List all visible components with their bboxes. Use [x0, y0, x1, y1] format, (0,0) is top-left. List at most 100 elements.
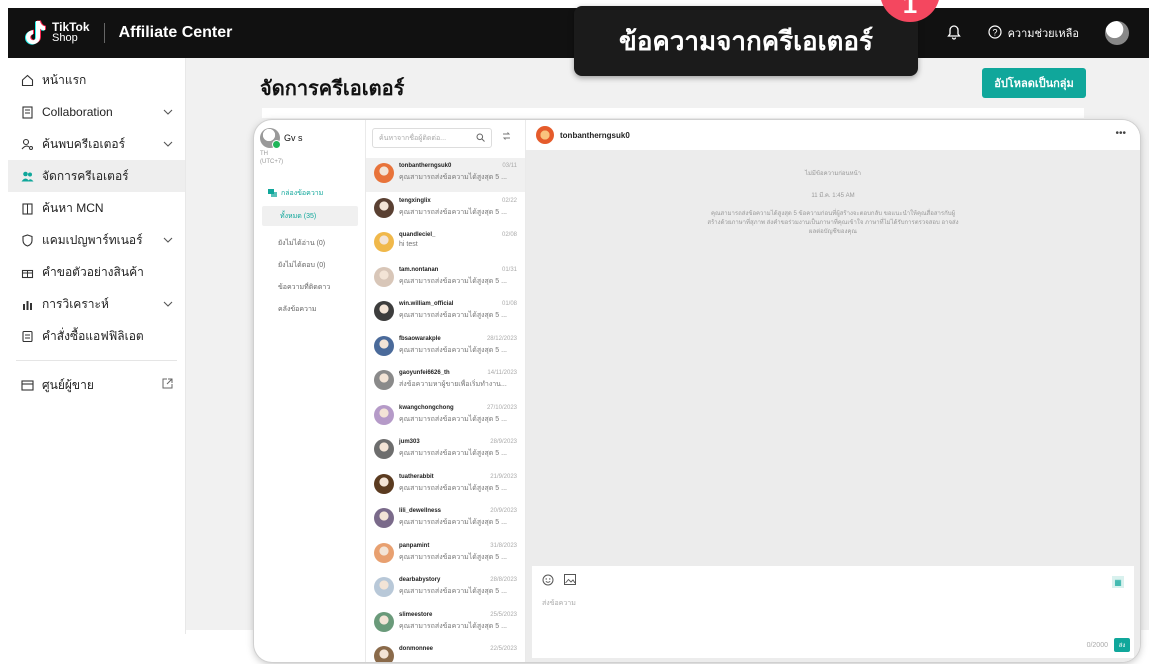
message-preview: คุณสามารถส่งข้อความได้สูงสุด 5 ... [399, 346, 507, 354]
sidebar-item-3[interactable]: จัดการครีเอเตอร์ [8, 160, 185, 192]
chevron-down-icon [163, 235, 173, 246]
conversation-item[interactable]: tonbantherngsuk0 03/11 คุณสามารถส่งข้อความ… [366, 158, 525, 192]
sidebar-item-seller-center[interactable]: ศูนย์ผู้ขาย [8, 369, 185, 401]
help-link[interactable]: ? ความช่วยเหลือ [987, 24, 1079, 42]
sidebar-item-8[interactable]: คำสั่งซื้อแอฟฟิลิเอต [8, 320, 185, 352]
sidebar-item-7[interactable]: การวิเคราะห์ [8, 288, 185, 320]
creator-messages-callout: ข้อความจากครีเอเตอร์ [574, 6, 918, 76]
tiktok-note-icon [24, 20, 46, 46]
contact-name[interactable]: tonbantherngsuk0 [560, 131, 630, 140]
message-preview: คุณสามารถส่งข้อความได้สูงสุด 5 ... [399, 553, 507, 561]
conversation-item[interactable]: lili_dewellness 20/9/2023 คุณสามารถส่งข้อค… [366, 503, 525, 537]
message-preview: คุณสามารถส่งข้อความได้สูงสุด 5 ... [399, 484, 507, 492]
message-input[interactable]: ส่งข้อความ [542, 598, 576, 609]
filter-unread[interactable]: ยังไม่ได้อ่าน (0) [278, 238, 325, 249]
inbox-heading[interactable]: กล่องข้อความ [268, 188, 323, 199]
conversation-list: ค้นหาจากชื่อผู้ติดต่อ... tonbantherngsuk… [366, 120, 526, 662]
contact-search-input[interactable]: ค้นหาจากชื่อผู้ติดต่อ... [372, 128, 492, 148]
my-meta: TH (UTC+7) [260, 150, 283, 166]
conversation-date: 20/9/2023 [490, 508, 517, 514]
chevron-down-icon [163, 139, 173, 150]
creator-name: tonbantherngsuk0 [399, 163, 452, 169]
conversation-date: 28/12/2023 [486, 335, 517, 342]
conversation-date: 02/08 [501, 232, 517, 238]
creator-name: fbsaowarakple [399, 335, 441, 342]
more-options-icon[interactable]: ••• [1115, 128, 1126, 139]
creator-name: dearbabystory [399, 577, 441, 583]
conversation-item[interactable]: quandleciel_ 02/08 hi test [366, 227, 525, 261]
conversation-item[interactable]: dearbabystory 28/8/2023 คุณสามารถส่งข้อควา… [366, 572, 525, 606]
sidebar-item-label: คำขอตัวอย่างสินค้า [42, 264, 144, 279]
account-avatar[interactable] [1105, 21, 1129, 45]
screen: TikTok Shop Affiliate Center ? ความช่วยเ… [0, 0, 1149, 664]
sidebar-item-label: Collaboration [42, 105, 113, 119]
sidebar-item-5[interactable]: แคมเปญพาร์ทเนอร์ [8, 224, 185, 256]
my-name: Gv s [284, 133, 303, 143]
creator-name: panpamint [399, 542, 430, 549]
people-icon [20, 169, 34, 183]
sidebar-item-label: หน้าแรก [42, 72, 87, 87]
sidebar-item-label: การวิเคราะห์ [42, 296, 109, 311]
document-icon [20, 105, 34, 119]
creator-avatar [374, 370, 394, 390]
conversation-item[interactable]: slimeestore 25/5/2023 คุณสามารถส่งข้อความไ… [366, 607, 525, 641]
filter-starred[interactable]: ข้อความที่ติดดาว [278, 282, 330, 293]
filter-unreplied[interactable]: ยังไม่ได้ตอบ (0) [278, 260, 325, 271]
conversation-item[interactable]: tam.nontanan 01/31 คุณสามารถส่งข้อความได้ส… [366, 262, 525, 296]
shield-icon [20, 233, 34, 247]
creator-avatar [374, 232, 394, 252]
sidebar-item-6[interactable]: คำขอตัวอย่างสินค้า [8, 256, 185, 288]
my-profile[interactable]: Gv s [260, 128, 303, 149]
no-previous-messages: ไม่มีข้อความก่อนหน้า [804, 171, 862, 177]
sidebar-item-1[interactable]: Collaboration [8, 96, 185, 128]
gift-icon [20, 265, 34, 279]
sidebar: หน้าแรก Collaboration ค้นพบครีเอเตอร์ จัดกา… [8, 58, 186, 634]
creator-name: tuatherabbit [399, 473, 434, 480]
brand-bottom: Shop [52, 32, 78, 44]
creator-avatar [374, 508, 394, 528]
send-button[interactable]: ส่ง [1114, 638, 1130, 652]
sort-icon[interactable] [502, 132, 511, 142]
conversation-item[interactable]: donmonnee 22/5/2023 [366, 641, 525, 662]
conversation-item[interactable]: tengxinglix 02/22 คุณสามารถส่งข้อความได้สู… [366, 193, 525, 227]
emoji-icon[interactable] [542, 574, 554, 589]
conversation-item[interactable]: win.william_official 01/08 คุณสามารถส่งข้อ… [366, 296, 525, 330]
tiktok-shop-logo[interactable]: TikTok Shop [24, 20, 90, 46]
chat-header: tonbantherngsuk0 ••• [526, 120, 1140, 150]
sidebar-item-2[interactable]: ค้นพบครีเอเตอร์ [8, 128, 185, 160]
conversation-item[interactable]: fbsaowarakple 28/12/2023 คุณสามารถส่งข้อคว… [366, 331, 525, 365]
conversation-item[interactable]: gaoyunfei6626_th 14/11/2023 ส่งข้อความหาผู… [366, 365, 525, 399]
search-icon [476, 133, 485, 144]
creator-name: quandleciel_ [399, 232, 436, 238]
sidebar-item-4[interactable]: ค้นหา MCN [8, 192, 185, 224]
image-icon[interactable] [564, 574, 576, 588]
creator-avatar [374, 266, 394, 287]
external-link-icon [162, 378, 173, 392]
sidebar-item-label: ค้นหา MCN [42, 200, 104, 215]
conversation-item[interactable]: panpamint 31/8/2023 คุณสามารถส่งข้อความได้… [366, 538, 525, 572]
conversation-date: 02/22 [501, 197, 517, 204]
message-preview: คุณสามารถส่งข้อความได้สูงสุด 5 ... [399, 519, 507, 526]
filter-all[interactable]: ทั้งหมด (35) [262, 206, 358, 226]
product-card-icon[interactable]: ▦ [1112, 576, 1124, 588]
conversation-date: 27/10/2023 [486, 404, 517, 411]
message-preview: คุณสามารถส่งข้อความได้สูงสุด 5 ... [399, 415, 507, 423]
conversation-item[interactable]: jum303 28/9/2023 คุณสามารถส่งข้อความได้สูง… [366, 434, 525, 468]
conversation-item[interactable]: kwangchongchong 27/10/2023 คุณสามารถส่งข้อ… [366, 400, 525, 434]
conversation-item[interactable]: tuatherabbit 21/9/2023 คุณสามารถส่งข้อความ… [366, 469, 525, 503]
bulk-upload-button[interactable]: อัปโหลดเป็นกลุ่ม [982, 68, 1086, 98]
creator-avatar [374, 542, 394, 563]
conversation-date: 28/9/2023 [490, 439, 517, 445]
conversation-date: 28/8/2023 [490, 577, 517, 583]
inbox-icon [268, 188, 277, 199]
creator-avatar [374, 439, 394, 459]
sidebar-item-0[interactable]: หน้าแรก [8, 64, 185, 96]
home-icon [20, 73, 34, 87]
creator-avatar [374, 473, 394, 494]
message-preview: คุณสามารถส่งข้อความได้สูงสุด 5 ... [399, 208, 507, 216]
creator-name: lili_dewellness [399, 508, 442, 514]
contact-avatar[interactable] [536, 126, 554, 144]
bell-icon[interactable] [946, 24, 962, 43]
filter-archive[interactable]: คลังข้อความ [278, 304, 317, 315]
creator-name: win.william_official [399, 301, 454, 307]
